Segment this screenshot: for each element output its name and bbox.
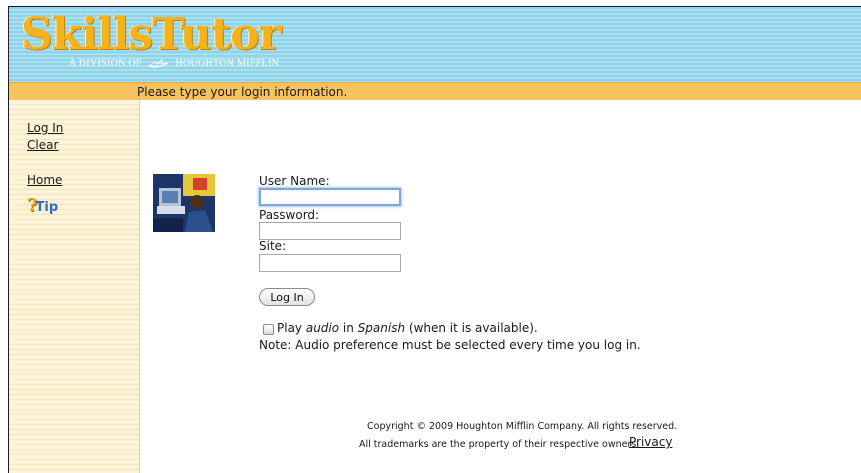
- audio-text-3: (when it is available).: [405, 321, 538, 335]
- audio-text-em1: audio: [305, 321, 340, 335]
- username-label: User Name:: [259, 174, 330, 188]
- sidebar-home-link[interactable]: Home: [27, 173, 62, 187]
- status-message: Please type your login information.: [137, 85, 348, 99]
- student-computer-photo: [153, 174, 215, 232]
- password-label: Password:: [259, 208, 320, 222]
- site-input[interactable]: [259, 254, 401, 272]
- site-label: Site:: [259, 239, 287, 253]
- trademarks-text: All trademarks are the property of their…: [359, 439, 640, 450]
- app-frame: SkillsTutor A DIVISION OF HOUGHTON MIFFL…: [8, 6, 861, 473]
- login-button[interactable]: Log In: [259, 288, 315, 306]
- audio-text-em2: Spanish: [357, 321, 406, 335]
- logo-division-text: A DIVISION OF: [69, 58, 142, 69]
- spanish-audio-checkbox[interactable]: [263, 324, 274, 335]
- tip-label: Tip: [35, 200, 59, 215]
- sidebar-clear-link[interactable]: Clear: [27, 138, 58, 152]
- logo-wordmark: SkillsTutor: [21, 9, 282, 60]
- password-input[interactable]: [259, 222, 401, 240]
- sidebar-login-link[interactable]: Log In: [27, 121, 63, 135]
- copyright-text: Copyright © 2009 Houghton Mifflin Compan…: [367, 421, 678, 432]
- audio-note: Note: Audio preference must be selected …: [259, 338, 641, 352]
- logo-company-text: HOUGHTON MIFFLIN: [175, 58, 280, 69]
- header-banner: SkillsTutor A DIVISION OF HOUGHTON MIFFL…: [9, 7, 861, 82]
- houghton-mifflin-bird-icon: [147, 58, 168, 69]
- privacy-link[interactable]: Privacy: [629, 435, 672, 449]
- status-bar: Please type your login information.: [9, 82, 861, 100]
- audio-text-1: Play: [277, 321, 306, 335]
- username-input[interactable]: [259, 188, 401, 206]
- skillstutor-logo: SkillsTutor A DIVISION OF HOUGHTON MIFFL…: [21, 9, 321, 75]
- spanish-audio-label: Play audio in Spanish (when it is availa…: [277, 321, 538, 335]
- sidebar: Log In Clear Home ?Tip: [9, 100, 140, 473]
- logo-subtitle: A DIVISION OF HOUGHTON MIFFLIN: [69, 58, 279, 69]
- tip-button[interactable]: ?Tip: [27, 195, 59, 216]
- audio-text-2: in: [339, 321, 358, 335]
